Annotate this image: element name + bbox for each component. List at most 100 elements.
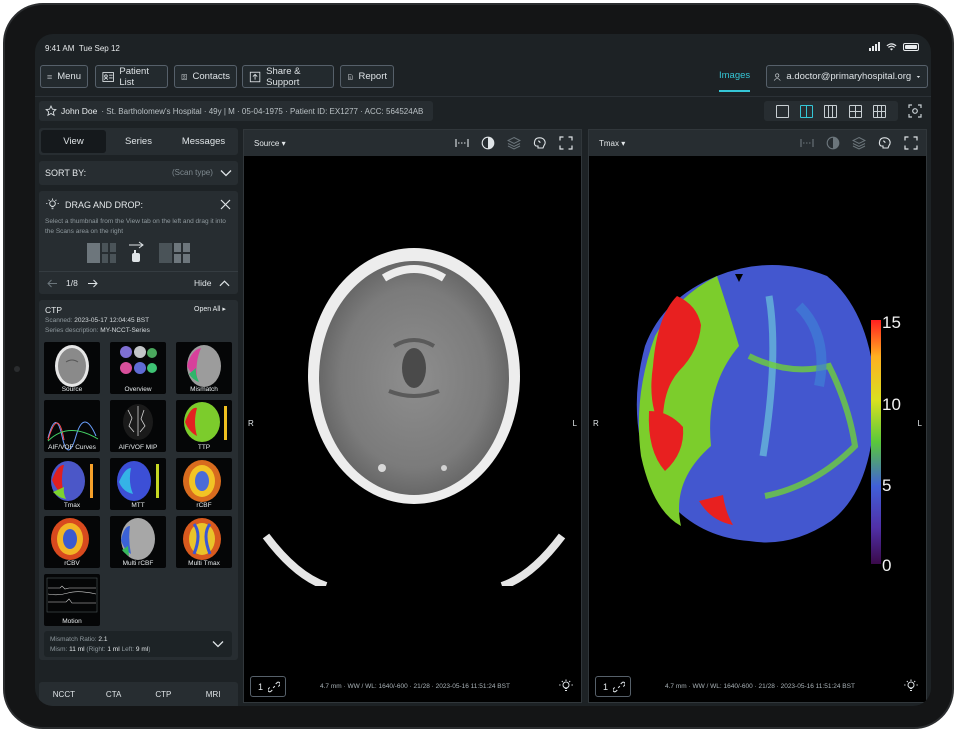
images-tab[interactable]: Images (719, 70, 750, 81)
thumb-label: Mismatch (190, 386, 218, 393)
orientation-left-label: L (917, 419, 922, 428)
layout-1x2-icon[interactable] (800, 104, 814, 118)
viewport-info: 4.7 mm · WW / WL: 1640/-600 · 21/28 · 20… (320, 683, 510, 690)
thumb-motion[interactable]: Motion (44, 574, 100, 626)
report-label: Report (358, 71, 387, 82)
contacts-label: Contacts (192, 71, 231, 82)
drag-drop-title: DRAG AND DROP: (65, 200, 144, 210)
viewport-footer: 1 4.7 mm · WW / WL: 1640/-600 · 21/28 · … (244, 672, 581, 702)
link-toggle[interactable]: 1 (595, 676, 631, 697)
brain-icon[interactable] (878, 136, 892, 150)
screenshot-icon[interactable] (908, 104, 922, 118)
ctp-title: CTP (45, 305, 62, 315)
link-icon (613, 681, 626, 692)
tab-view[interactable]: View (41, 130, 106, 153)
thumb-rcbv[interactable]: rCBV (44, 516, 100, 568)
contacts-icon (181, 73, 187, 80)
viewport-series-dropdown[interactable]: Source ▾ (254, 139, 286, 148)
drag-drop-description: Select a thumbnail from the View tab on … (45, 218, 226, 235)
thumb-multi-rcbf[interactable]: Multi rCBF (110, 516, 166, 568)
layout-selector (764, 101, 898, 121)
viewport-source[interactable]: Source ▾ R L 1 4.7 mm · WW / WL: 1640/-6… (243, 129, 582, 703)
hide-button[interactable]: Hide (194, 278, 211, 288)
mismatch-ratio: Mismatch Ratio: 2.1 (50, 636, 108, 643)
thumb-mtt[interactable]: MTT (110, 458, 166, 510)
layout-2x3-icon[interactable] (873, 104, 887, 118)
share-icon (249, 71, 261, 82)
thumb-rcbf[interactable]: rCBF (176, 458, 232, 510)
sort-by-dropdown[interactable]: SORT BY: (Scan type) (39, 161, 238, 185)
tab-series[interactable]: Series (106, 130, 171, 153)
link-toggle[interactable]: 1 (250, 676, 286, 697)
measure-icon[interactable] (455, 136, 469, 150)
patient-details: · St. Bartholomew's Hospital · 49y | M ·… (101, 106, 424, 116)
drag-drop-hint: DRAG AND DROP: Select a thumbnail from t… (39, 191, 238, 294)
tmax-colorbar (871, 320, 881, 564)
arrow-left-icon[interactable] (47, 279, 58, 288)
wifi-icon (886, 42, 897, 51)
open-all-button[interactable]: Open All ▸ (194, 305, 226, 313)
user-account-dropdown[interactable]: a.doctor@primaryhospital.org (766, 65, 928, 88)
viewport-tmax[interactable]: Tmax ▾ 15 10 5 0 R L 1 4.7 mm · WW / WL:… (588, 129, 927, 703)
tab-ncct[interactable]: NCCT (39, 682, 89, 706)
contacts-button[interactable]: Contacts (174, 65, 237, 88)
layout-1x1-icon[interactable] (775, 104, 789, 118)
viewport-info: 4.7 mm · WW / WL: 1640/-600 · 21/28 · 20… (665, 683, 855, 690)
battery-icon (903, 42, 919, 51)
top-toolbar: Menu Patient List Contacts Share & Suppo… (35, 63, 931, 92)
colorbar-tick: 15 (882, 313, 901, 332)
tab-mri[interactable]: MRI (188, 682, 238, 706)
mismatch-summary[interactable]: Mismatch Ratio: 2.1 Mism: 11 ml (Right: … (44, 631, 232, 657)
report-button[interactable]: Report (340, 65, 394, 88)
viewport-header: Source ▾ (244, 130, 581, 156)
chevron-up-icon[interactable] (219, 278, 230, 289)
lightbulb-icon[interactable] (904, 679, 918, 693)
thumb-mismatch[interactable]: Mismatch (176, 342, 232, 394)
orientation-right-label: R (248, 419, 254, 428)
layout-2x2-icon[interactable] (848, 104, 862, 118)
orientation-right-label: R (593, 419, 599, 428)
thumb-aif-vof-mip[interactable]: AIF/VOF MIP (110, 400, 166, 452)
thumb-tmax[interactable]: Tmax (44, 458, 100, 510)
orientation-left-label: L (572, 419, 577, 428)
contrast-icon[interactable] (826, 136, 840, 150)
modality-tabs: NCCT CTA CTP MRI (39, 682, 238, 706)
thumb-label: rCBF (196, 502, 212, 509)
layout-1x3-icon[interactable] (824, 104, 838, 118)
contrast-icon[interactable] (481, 136, 495, 150)
measure-icon[interactable] (800, 136, 814, 150)
patient-name: John Doe (61, 106, 98, 116)
star-icon[interactable] (45, 105, 57, 117)
thumb-ttp[interactable]: TTP (176, 400, 232, 452)
layers-icon[interactable] (852, 136, 866, 150)
fullscreen-icon[interactable] (904, 136, 918, 150)
thumb-label: Source (61, 386, 83, 393)
fullscreen-icon[interactable] (559, 136, 573, 150)
user-email: a.doctor@primaryhospital.org (786, 71, 912, 82)
left-tabs: View Series Messages (39, 128, 238, 155)
thumb-aif-vof-curves[interactable]: AIF/VOF Curves (44, 400, 100, 452)
thumb-multi-tmax[interactable]: Multi Tmax (176, 516, 232, 568)
layers-icon[interactable] (507, 136, 521, 150)
thumb-label: Motion (62, 618, 82, 625)
share-support-button[interactable]: Share & Support (242, 65, 334, 88)
colorbar-tick: 10 (882, 395, 901, 414)
sort-by-value: (Scan type) (172, 168, 213, 177)
close-icon[interactable] (220, 199, 231, 210)
images-tab-indicator (719, 90, 750, 92)
thumb-overview[interactable]: Overview (110, 342, 166, 394)
viewport-series-dropdown[interactable]: Tmax ▾ (599, 139, 625, 148)
tab-messages[interactable]: Messages (171, 130, 236, 153)
arrow-right-icon[interactable] (87, 279, 98, 288)
lightbulb-icon[interactable] (559, 679, 573, 693)
series-description: Series description: MY-NCCT-Series (45, 327, 150, 334)
thumb-source[interactable]: Source (44, 342, 100, 394)
brain-icon[interactable] (533, 136, 547, 150)
colorbar-tick: 5 (882, 476, 892, 495)
camera-dot (14, 366, 20, 372)
drag-drop-illustration (87, 241, 190, 263)
menu-button[interactable]: Menu (40, 65, 88, 88)
tab-cta[interactable]: CTA (89, 682, 139, 706)
tab-ctp[interactable]: CTP (139, 682, 189, 706)
patient-list-button[interactable]: Patient List (95, 65, 168, 88)
